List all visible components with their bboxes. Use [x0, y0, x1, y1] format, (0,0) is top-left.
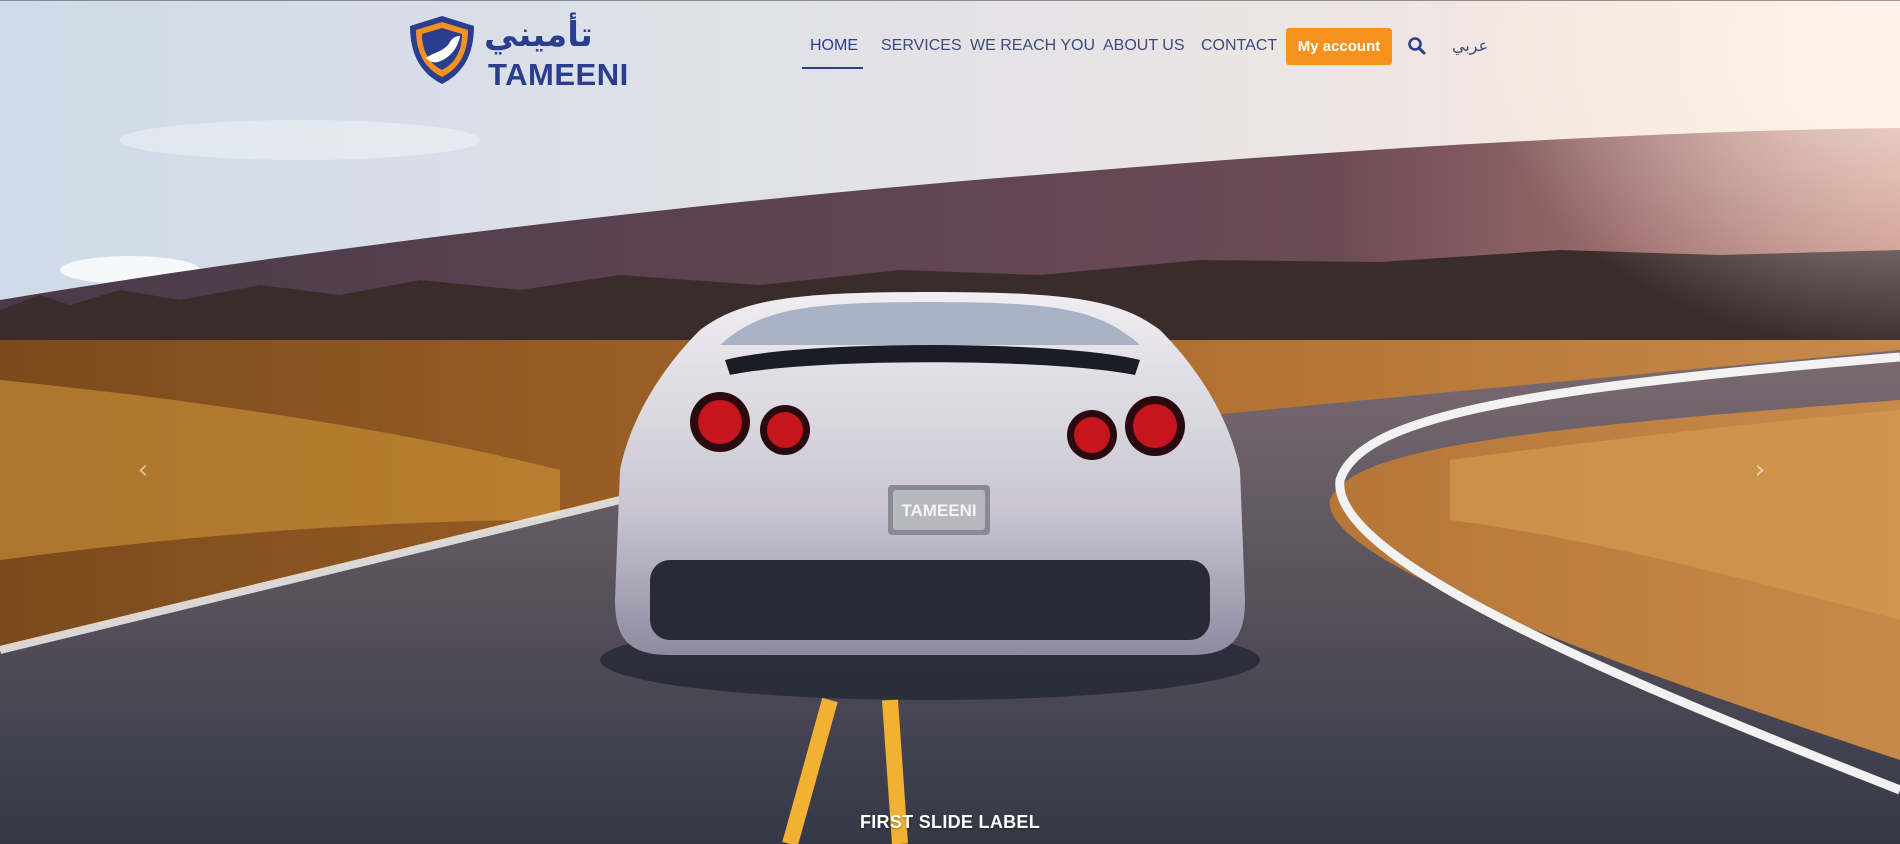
nav-active-indicator	[802, 67, 863, 69]
nav-about-us[interactable]: ABOUT US	[1103, 37, 1185, 55]
brand-name-english: TAMEENI	[488, 57, 629, 92]
language-switch-link[interactable]: عربي	[1452, 36, 1488, 55]
search-button[interactable]	[1407, 36, 1427, 56]
carousel-next-button[interactable]: ›	[1745, 455, 1775, 485]
nav-we-reach-you[interactable]: WE REACH YOU	[970, 37, 1095, 55]
shield-logo-icon	[410, 16, 474, 84]
chevron-right-icon: ›	[1754, 455, 1766, 485]
carousel-prev-button[interactable]: ‹	[128, 455, 158, 485]
hero-carousel: TAMEENI	[0, 0, 1900, 844]
my-account-button[interactable]: My account	[1286, 28, 1392, 65]
nav-home[interactable]: HOME	[810, 37, 858, 55]
license-plate-text: TAMEENI	[901, 501, 976, 520]
chevron-left-icon: ‹	[137, 455, 149, 485]
top-border	[0, 0, 1900, 1]
brand-logo[interactable]: تأميني TAMEENI	[404, 12, 628, 90]
search-icon	[1408, 37, 1426, 55]
nav-services[interactable]: SERVICES	[881, 37, 962, 55]
nav-contact[interactable]: CONTACT	[1201, 37, 1277, 55]
hero-background-image: TAMEENI	[0, 0, 1900, 844]
brand-name-arabic: تأميني	[484, 15, 593, 55]
slide-caption: FIRST SLIDE LABEL	[859, 812, 1041, 832]
